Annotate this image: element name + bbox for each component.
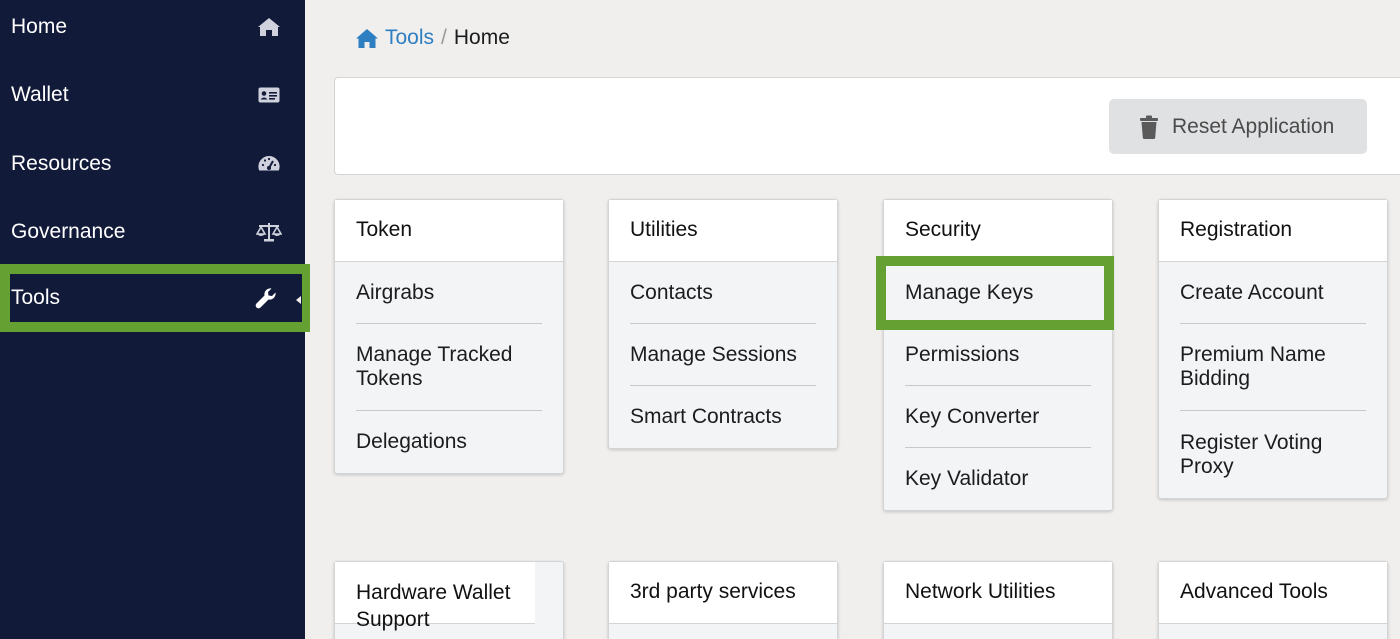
sidebar-item-governance[interactable]: Governance bbox=[0, 198, 305, 266]
card-title: Advanced Tools bbox=[1159, 562, 1387, 624]
card-security: Security Manage Keys Permissions Key Con… bbox=[883, 199, 1113, 511]
menu-item-delegations[interactable]: Delegations bbox=[356, 411, 542, 473]
menu-item-premium-name-bidding[interactable]: Premium Name Bidding bbox=[1180, 324, 1366, 411]
menu-item-manage-sessions[interactable]: Manage Sessions bbox=[630, 324, 816, 386]
sidebar-item-wallet[interactable]: Wallet bbox=[0, 61, 305, 129]
card-title: Hardware Wallet Support bbox=[335, 562, 535, 631]
menu-item-smart-contracts[interactable]: Smart Contracts bbox=[630, 386, 816, 448]
breadcrumb-current: Home bbox=[453, 26, 510, 49]
menu-item-key-validator[interactable]: Key Validator bbox=[905, 448, 1091, 510]
breadcrumb-separator: / bbox=[441, 26, 447, 49]
action-panel: Reset Application bbox=[334, 77, 1400, 175]
menu-item-contacts[interactable]: Contacts bbox=[630, 262, 816, 324]
card-advanced-tools: Advanced Tools bbox=[1158, 561, 1388, 639]
menu-item-key-converter[interactable]: Key Converter bbox=[905, 386, 1091, 448]
trash-icon bbox=[1139, 115, 1159, 139]
home-icon[interactable] bbox=[355, 28, 379, 49]
card-title: 3rd party services bbox=[609, 562, 837, 624]
menu-item-register-voting-proxy[interactable]: Register Voting Proxy bbox=[1180, 411, 1366, 498]
menu-item-airgrabs[interactable]: Airgrabs bbox=[356, 262, 542, 324]
breadcrumb: Tools / Home bbox=[355, 24, 510, 52]
card-network-utilities: Network Utilities bbox=[883, 561, 1113, 639]
sidebar-item-label: Governance bbox=[11, 220, 126, 243]
sidebar-item-label: Tools bbox=[11, 286, 61, 309]
wrench-icon bbox=[252, 284, 280, 312]
menu-item-permissions[interactable]: Permissions bbox=[905, 324, 1091, 386]
breadcrumb-link-tools[interactable]: Tools bbox=[385, 26, 434, 50]
card-token: Token Airgrabs Manage Tracked Tokens Del… bbox=[334, 199, 564, 474]
card-3rd-party-services: 3rd party services bbox=[608, 561, 838, 639]
sidebar-item-tools[interactable]: Tools bbox=[0, 264, 310, 332]
balance-scale-icon bbox=[255, 218, 283, 246]
reset-application-label: Reset Application bbox=[1172, 114, 1335, 138]
card-title: Security bbox=[884, 200, 1112, 262]
menu-item-create-account[interactable]: Create Account bbox=[1180, 262, 1366, 324]
card-title: Utilities bbox=[609, 200, 837, 262]
sidebar-item-label: Wallet bbox=[11, 83, 69, 106]
card-title: Registration bbox=[1159, 200, 1387, 262]
sidebar-item-home[interactable]: Home bbox=[0, 0, 305, 61]
id-card-icon bbox=[255, 81, 283, 109]
reset-application-button[interactable]: Reset Application bbox=[1109, 99, 1367, 154]
menu-item-manage-keys[interactable]: Manage Keys bbox=[905, 262, 1091, 324]
sidebar-item-label: Home bbox=[11, 15, 68, 38]
card-utilities: Utilities Contacts Manage Sessions Smart… bbox=[608, 199, 838, 449]
menu-item-manage-tracked-tokens[interactable]: Manage Tracked Tokens bbox=[356, 324, 542, 411]
card-hardware-wallet-support: Hardware Wallet Support bbox=[334, 561, 564, 639]
sidebar-item-label: Resources bbox=[11, 152, 112, 175]
home-icon bbox=[255, 13, 283, 41]
card-title: Network Utilities bbox=[884, 562, 1112, 624]
sidebar-item-resources[interactable]: Resources bbox=[0, 130, 305, 198]
dashboard-icon bbox=[255, 150, 283, 178]
card-title: Token bbox=[335, 200, 563, 262]
sidebar: Home Wallet Resources Governance Tools bbox=[0, 0, 310, 639]
card-registration: Registration Create Account Premium Name… bbox=[1158, 199, 1388, 499]
